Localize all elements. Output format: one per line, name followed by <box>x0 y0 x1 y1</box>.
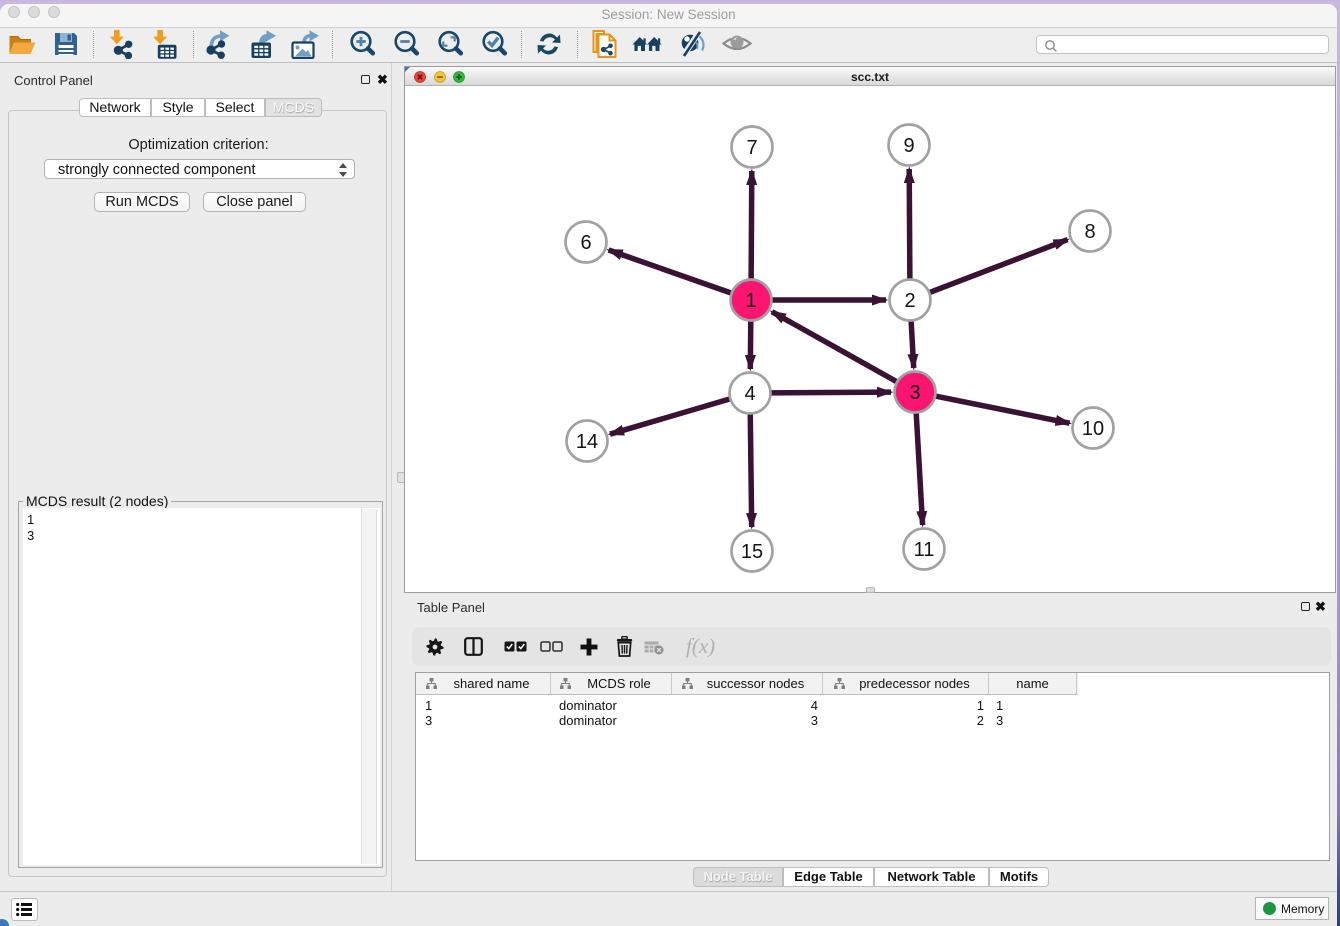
svg-text:11: 11 <box>914 539 935 561</box>
svg-text:1: 1 <box>745 290 756 312</box>
svg-text:6: 6 <box>580 232 591 254</box>
svg-text:15: 15 <box>741 541 763 563</box>
svg-text:14: 14 <box>576 431 598 453</box>
svg-text:8: 8 <box>1084 221 1095 243</box>
svg-text:7: 7 <box>746 137 757 159</box>
svg-text:9: 9 <box>903 135 914 157</box>
svg-text:10: 10 <box>1082 418 1104 440</box>
svg-text:4: 4 <box>744 383 755 405</box>
svg-text:3: 3 <box>909 382 920 404</box>
svg-text:2: 2 <box>904 290 915 312</box>
